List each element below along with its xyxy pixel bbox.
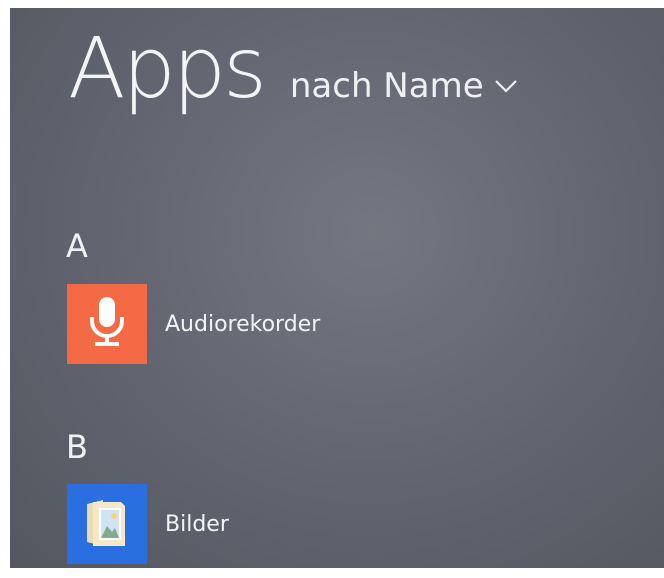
group-header-b[interactable]: B	[66, 431, 88, 463]
app-tile-audiorekorder	[67, 284, 147, 364]
app-name-audiorekorder: Audiorekorder	[165, 311, 321, 337]
chevron-down-icon	[494, 78, 518, 94]
pictures-icon	[81, 494, 133, 554]
start-screen-apps-view: Apps nach Name A Audiorekorder B Bilder	[10, 8, 664, 568]
app-name-bilder: Bilder	[165, 511, 229, 537]
group-header-a[interactable]: A	[66, 230, 88, 262]
sort-label: nach Name	[289, 66, 484, 106]
app-item-audiorekorder[interactable]: Audiorekorder	[67, 284, 320, 364]
microphone-icon	[85, 295, 129, 353]
page-title: Apps	[68, 19, 267, 117]
app-tile-bilder	[67, 484, 147, 564]
app-item-bilder[interactable]: Bilder	[67, 484, 229, 564]
apps-header: Apps nach Name	[68, 26, 518, 110]
sort-by-name-dropdown[interactable]: nach Name	[290, 69, 518, 103]
